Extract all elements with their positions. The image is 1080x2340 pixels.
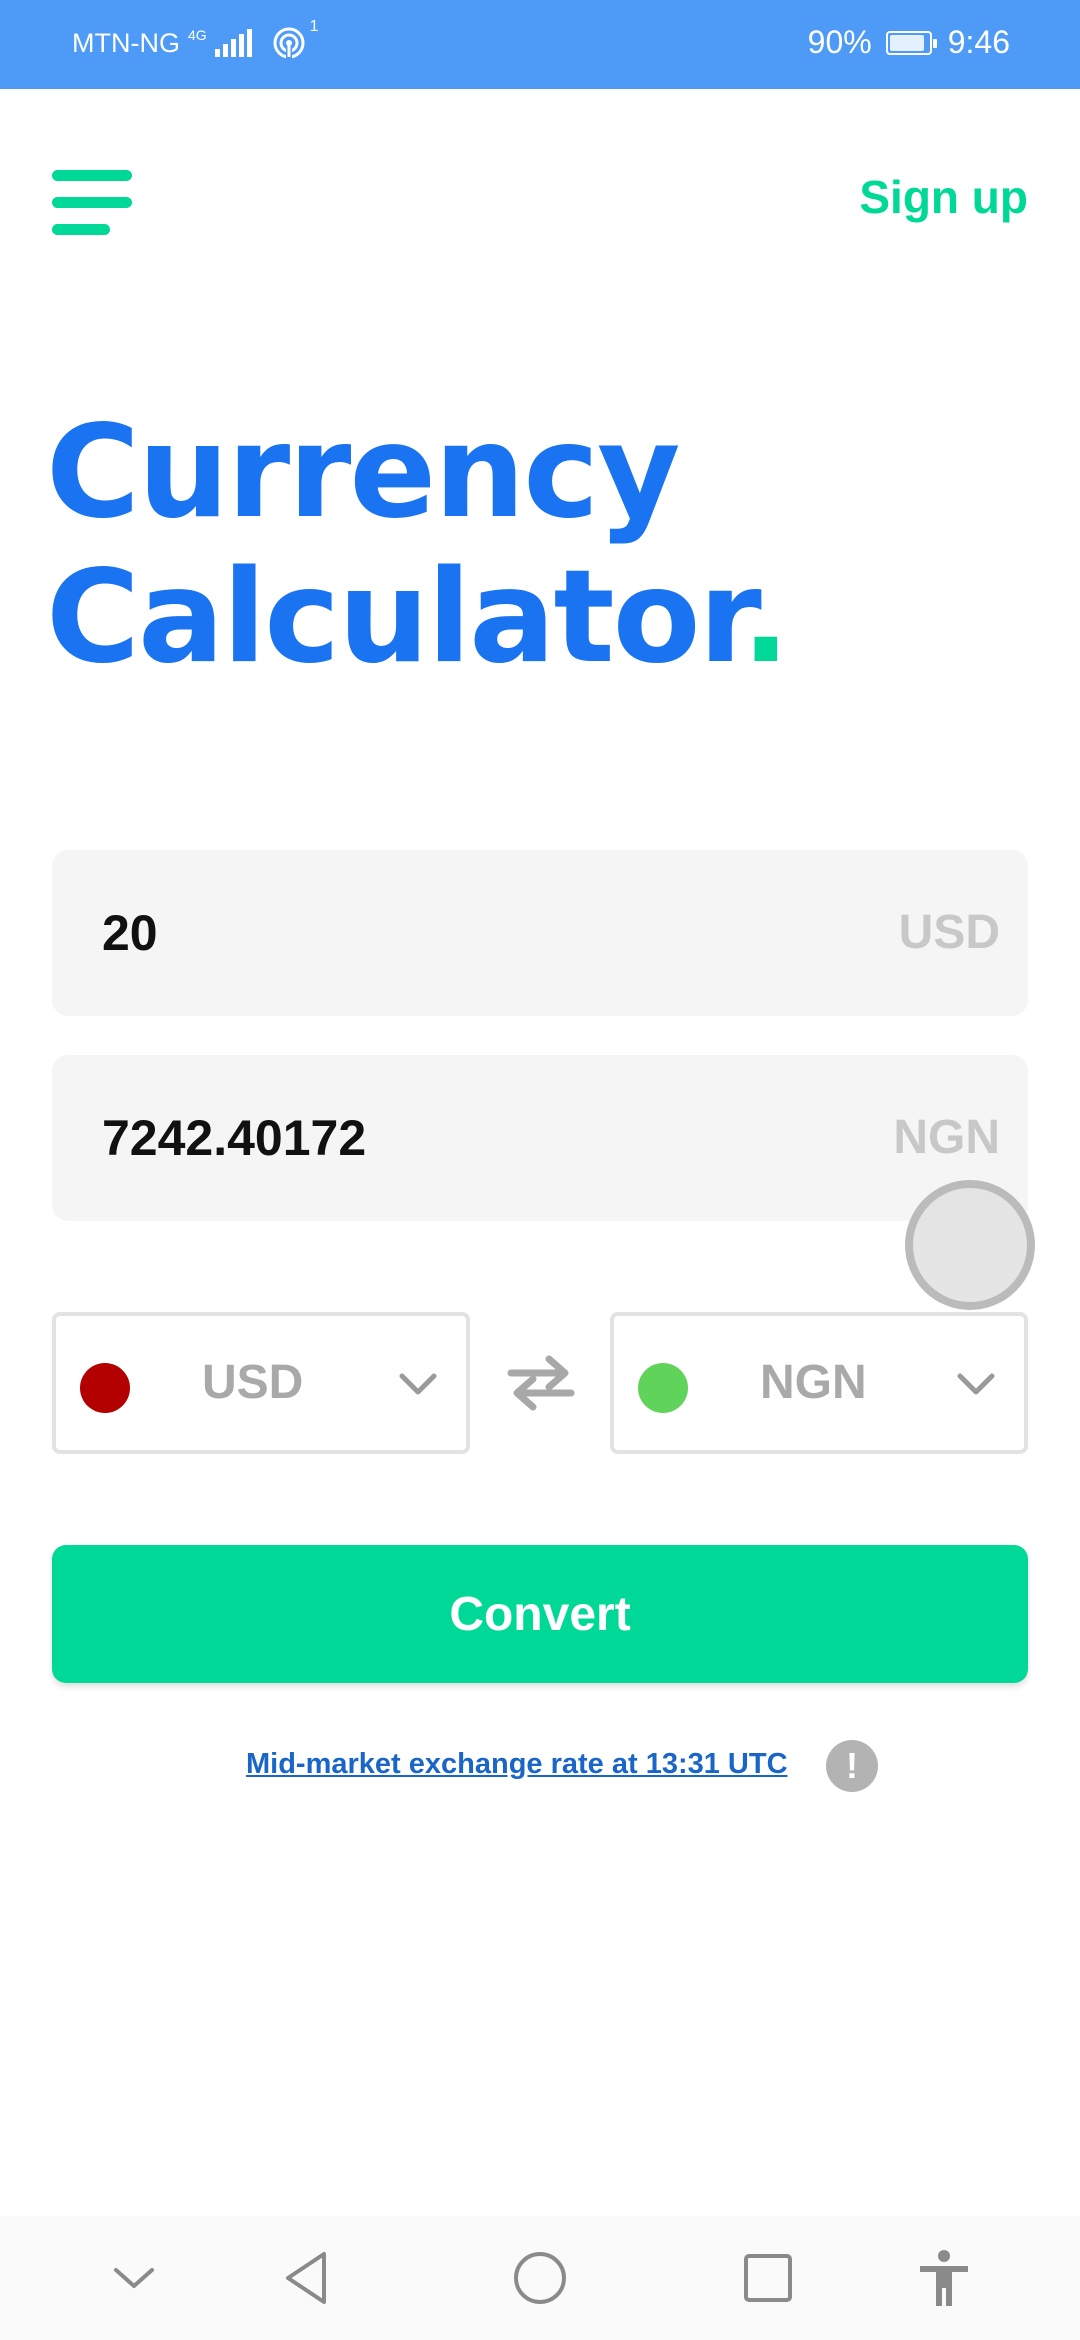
info-icon[interactable]: ! <box>826 1740 878 1792</box>
usd-flag-icon <box>80 1363 130 1413</box>
title-dot: . <box>741 543 790 692</box>
swap-arrows-icon[interactable] <box>505 1355 577 1411</box>
clock: 9:46 <box>947 24 1010 60</box>
accessibility-icon[interactable] <box>912 2246 976 2310</box>
recents-icon[interactable] <box>736 2246 800 2310</box>
status-right: 90% 9:46 <box>808 24 1010 61</box>
home-icon[interactable] <box>508 2246 572 2310</box>
from-amount-field[interactable]: 20 USD <box>52 850 1028 1016</box>
navigation-bar <box>0 2216 1080 2340</box>
chevron-down-icon <box>957 1373 995 1395</box>
title-line-1: Currency <box>46 398 681 547</box>
battery-icon <box>885 30 937 55</box>
from-currency-code: USD <box>202 1356 304 1409</box>
hamburger-menu-icon[interactable] <box>52 170 132 236</box>
to-amount-value[interactable]: 7242.40172 <box>102 1055 366 1221</box>
status-bar: MTN-NG 4G 1 90% 9:46 <box>0 0 1080 89</box>
hotspot-count: 1 <box>309 18 319 35</box>
signal-icon <box>214 29 252 57</box>
title-line-2: Calculator <box>46 543 743 692</box>
to-amount-field[interactable]: 7242.40172 NGN <box>52 1055 1028 1221</box>
convert-button[interactable]: Convert <box>52 1545 1028 1683</box>
carrier-name: MTN-NG <box>72 27 180 58</box>
battery-percent: 90% <box>807 24 872 60</box>
from-amount-currency: USD <box>898 906 1000 959</box>
ngn-flag-icon <box>638 1363 688 1413</box>
hotspot-icon <box>273 27 305 60</box>
back-icon[interactable] <box>278 2246 342 2310</box>
status-left: MTN-NG 4G 1 <box>72 18 319 60</box>
page-title: Currency Calculator. <box>46 398 790 692</box>
collapse-chevron-icon[interactable] <box>102 2246 166 2310</box>
from-amount-value[interactable]: 20 <box>102 850 158 1016</box>
from-currency-select[interactable]: USD <box>52 1312 470 1454</box>
touch-indicator <box>905 1180 1035 1310</box>
to-currency-code: NGN <box>760 1356 867 1409</box>
mid-market-rate-link[interactable]: Mid-market exchange rate at 13:31 UTC <box>246 1748 788 1781</box>
chevron-down-icon <box>399 1373 437 1395</box>
network-type: 4G <box>187 27 207 43</box>
signup-link[interactable]: Sign up <box>859 170 1028 224</box>
battery-level <box>889 34 924 51</box>
to-currency-select[interactable]: NGN <box>610 1312 1028 1454</box>
